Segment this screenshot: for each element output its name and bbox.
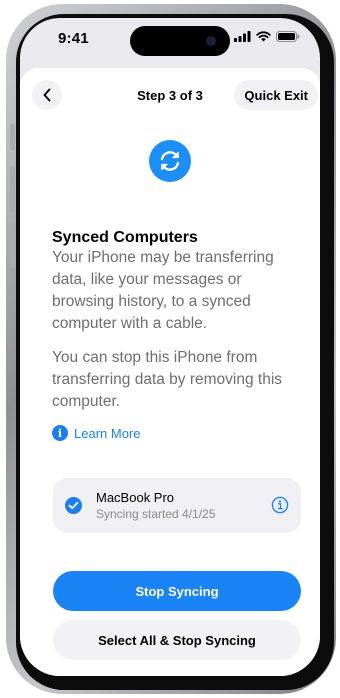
dynamic-island <box>130 26 230 56</box>
sync-arrows-icon <box>149 140 191 182</box>
volume-down-button <box>10 222 15 268</box>
device-row[interactable]: MacBook Pro Syncing started 4/1/25 <box>53 478 301 533</box>
info-icon: i <box>52 425 68 441</box>
wifi-icon <box>256 31 271 42</box>
cellular-signal-icon <box>234 31 251 42</box>
device-mockup: 9:41 Step 3 of 3 Quick Exit Synced Compu… <box>0 0 340 698</box>
settings-sheet: Step 3 of 3 Quick Exit Synced Computers … <box>20 68 320 676</box>
status-bar: 9:41 <box>20 18 320 62</box>
select-all-stop-syncing-button[interactable]: Select All & Stop Syncing <box>53 620 301 660</box>
checkmark-icon <box>68 501 79 510</box>
device-sync-status: Syncing started 4/1/25 <box>96 507 216 521</box>
status-time: 9:41 <box>58 30 89 47</box>
description-paragraph-2: You can stop this iPhone from transferri… <box>52 349 283 410</box>
action-button <box>10 124 15 150</box>
page-title: Synced Computers <box>52 229 198 246</box>
learn-more-label: Learn More <box>74 425 141 441</box>
sync-arrows-glyph <box>160 151 180 171</box>
phone-screen: 9:41 Step 3 of 3 Quick Exit Synced Compu… <box>20 18 320 676</box>
device-name: MacBook Pro <box>96 490 175 505</box>
status-icons <box>234 31 300 42</box>
quick-exit-button[interactable]: Quick Exit <box>234 80 318 110</box>
learn-more-link[interactable]: i Learn More <box>52 425 292 441</box>
stop-syncing-button[interactable]: Stop Syncing <box>53 571 301 611</box>
battery-icon <box>276 31 300 42</box>
volume-up-button <box>10 166 15 212</box>
checkmark-circle-icon[interactable] <box>65 497 82 514</box>
content-section: Synced Computers Your iPhone may be tran… <box>52 228 292 441</box>
front-camera <box>206 36 216 46</box>
description-paragraph-1: Your iPhone may be transferring data, li… <box>52 249 274 332</box>
info-circle-icon[interactable] <box>271 496 289 514</box>
